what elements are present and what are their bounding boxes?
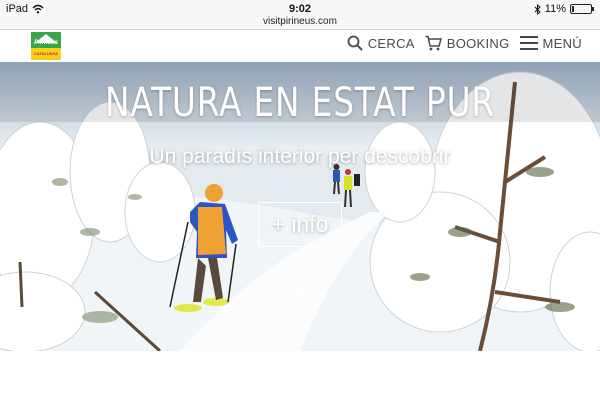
menu-button[interactable]: MENÚ (519, 35, 582, 51)
logo-band: CATALUNYA (31, 48, 61, 60)
arrow-down-icon[interactable] (288, 270, 312, 300)
hero-carousel: NATURA EN ESTAT PUR Un paradís interior … (0, 62, 600, 351)
clock: 9:02 (288, 3, 312, 15)
hero-subtitle: Un paradís interior per descobrir (149, 145, 451, 168)
bluetooth-icon (534, 3, 541, 15)
battery-percent: 11% (544, 3, 566, 15)
site-logo[interactable]: Pirineus CATALUNYA (31, 32, 61, 60)
logo-name: Pirineus (34, 40, 58, 46)
search-icon (347, 35, 363, 51)
search-label: CERCA (367, 35, 415, 51)
logo-subtitle: CATALUNYA (34, 51, 58, 56)
more-info-button[interactable]: + info (258, 202, 342, 247)
cart-icon (425, 35, 442, 51)
site-header: Pirineus CATALUNYA CERCA BOOKING MENÚ (0, 31, 600, 62)
status-right: 11% (534, 3, 594, 15)
battery-icon (570, 4, 594, 14)
hero-title: NATURA EN ESTAT PUR (104, 80, 496, 126)
main-nav: CERCA BOOKING MENÚ (347, 35, 582, 51)
url-bar[interactable]: visitpirineus.com (0, 16, 600, 27)
chevron-left-icon[interactable] (4, 167, 28, 203)
page-body (0, 351, 600, 400)
booking-label: BOOKING (446, 35, 510, 51)
booking-button[interactable]: BOOKING (425, 35, 510, 51)
status-bar: iPad 9:02 visitpirineus.com 11% (0, 0, 600, 30)
hamburger-icon (519, 36, 538, 50)
search-button[interactable]: CERCA (347, 35, 415, 51)
menu-label: MENÚ (542, 35, 582, 51)
chevron-right-icon[interactable] (572, 167, 596, 203)
